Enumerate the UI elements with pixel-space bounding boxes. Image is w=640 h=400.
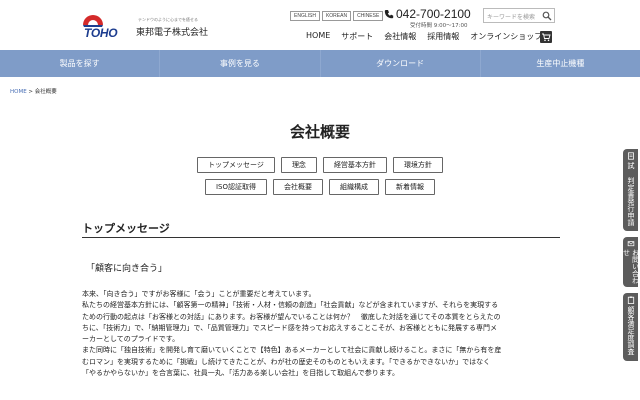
lang-english[interactable]: ENGLISH [290, 11, 320, 21]
message-line: ための行動の起点は「お客様との対話」にあります。お客様が望んでいることは何か？ … [82, 312, 501, 321]
nav-company[interactable]: 会社情報 [384, 31, 416, 42]
side-tab-label: お問い合わせ [622, 249, 640, 285]
section-divider [82, 237, 560, 238]
side-tab-contact[interactable]: お問い合わせ [622, 237, 640, 287]
section-title: トップメッセージ [82, 222, 170, 235]
breadcrumb-separator: > [26, 89, 35, 95]
subnav-news[interactable]: 新着情報 [385, 179, 436, 195]
logo-tagline: テンドウのように心までを癒せる [138, 17, 198, 22]
main-nav-download[interactable]: ダウンロード [321, 50, 481, 77]
company-logo[interactable]: TOHO テンドウのように心までを癒せる 東邦電子株式会社 [82, 10, 212, 40]
logo-brand: TOHO [84, 26, 118, 40]
global-nav: HOME サポート 会社情報 採用情報 オンラインショップ [306, 31, 553, 42]
phone-icon [384, 10, 394, 19]
message-line: また同時に「独自技術」を開発し育て磨いていくことで【特色】あるメーカーとして社会… [82, 346, 502, 355]
logo-company-name: 東邦電子株式会社 [136, 28, 209, 38]
main-nav-discontinued[interactable]: 生産中止機種 [481, 50, 640, 77]
clipboard-icon [627, 296, 634, 304]
mail-icon [627, 241, 634, 247]
language-switcher: ENGLISH KOREAN CHINESE [290, 11, 384, 21]
subnav-iso[interactable]: ISO認証取得 [204, 179, 268, 195]
message-line: 私たちの経営基本方針には、「顧客第一の精神」「技術・人材・信頼の創造」「社会貢献… [82, 301, 499, 310]
document-icon [627, 152, 634, 160]
subnav-top-message[interactable]: トップメッセージ [197, 157, 275, 173]
search-icon[interactable] [542, 11, 552, 21]
message-line: 本来、「向き合う」ですがお客様に「会う」ことが重要だと考えています。 [82, 290, 316, 298]
subnav-company-overview[interactable]: 会社概要 [273, 179, 324, 195]
business-hours: 受付時間 9:00～17:00 [410, 23, 468, 29]
nav-support[interactable]: サポート [341, 31, 373, 42]
cart-button[interactable] [540, 31, 552, 43]
breadcrumb-home[interactable]: HOME [10, 89, 27, 95]
side-tab-label: 試 判定書発行申請 [627, 162, 635, 226]
message-body: 本来、「向き合う」ですがお客様に「会う」ことが重要だと考えています。 私たちの経… [82, 289, 562, 379]
message-line: 「やるかやらないか」を合言葉に、社員一丸、「活力ある楽しい会社」を目指して取組ん… [82, 369, 400, 378]
page-title: 会社概要 [289, 123, 350, 141]
message-line: ちに、「技術力」で、「納期管理力」で、「品質管理力」でスピード感を持ってお応えす… [82, 323, 498, 332]
search-input[interactable]: キーワードを検索 [487, 12, 535, 21]
message-line: ーカーとしてのプライドです。 [82, 335, 180, 344]
breadcrumb: HOME > 会社概要 [10, 87, 57, 95]
breadcrumb-current: 会社概要 [34, 89, 57, 95]
nav-online-shop[interactable]: オンラインショップ [470, 31, 542, 42]
subnav-row-1: トップメッセージ 理念 経営基本方針 環境方針 [0, 157, 640, 173]
main-nav-bar: 製品を探す 事例を見る ダウンロード 生産中止機種 [0, 50, 640, 77]
search-box[interactable]: キーワードを検索 [483, 8, 555, 23]
side-tab-label: 顧客満足度調査 [627, 306, 635, 355]
nav-home[interactable]: HOME [306, 31, 330, 42]
section-quote: 「顧客に向き合う」 [86, 264, 168, 274]
message-line: むロマン」を実現するために「挑戦」し続けてきたことが、わが社の歴史そのものともい… [82, 357, 491, 366]
subnav-philosophy[interactable]: 理念 [280, 157, 317, 173]
main-nav-products[interactable]: 製品を探す [0, 50, 161, 77]
nav-recruit[interactable]: 採用情報 [427, 31, 459, 42]
lang-chinese[interactable]: CHINESE [353, 11, 384, 21]
site-header: TOHO テンドウのように心までを癒せる 東邦電子株式会社 ENGLISH KO… [0, 0, 640, 50]
phone-number: 042-700-2100 [396, 7, 471, 21]
side-tab-certificate-request[interactable]: 試 判定書発行申請 [623, 149, 638, 231]
subnav-organization[interactable]: 組織構成 [329, 179, 380, 195]
phone-contact[interactable]: 042-700-2100 [384, 7, 471, 21]
lang-korean[interactable]: KOREAN [321, 11, 352, 21]
subnav-row-2: ISO認証取得 会社概要 組織構成 新着情報 [0, 179, 640, 195]
subnav-environment-policy[interactable]: 環境方針 [392, 157, 443, 173]
cart-icon [542, 33, 551, 42]
side-tab-satisfaction-survey[interactable]: 顧客満足度調査 [623, 293, 638, 361]
subnav-management-policy[interactable]: 経営基本方針 [322, 157, 387, 173]
main-nav-cases[interactable]: 事例を見る [160, 50, 321, 77]
